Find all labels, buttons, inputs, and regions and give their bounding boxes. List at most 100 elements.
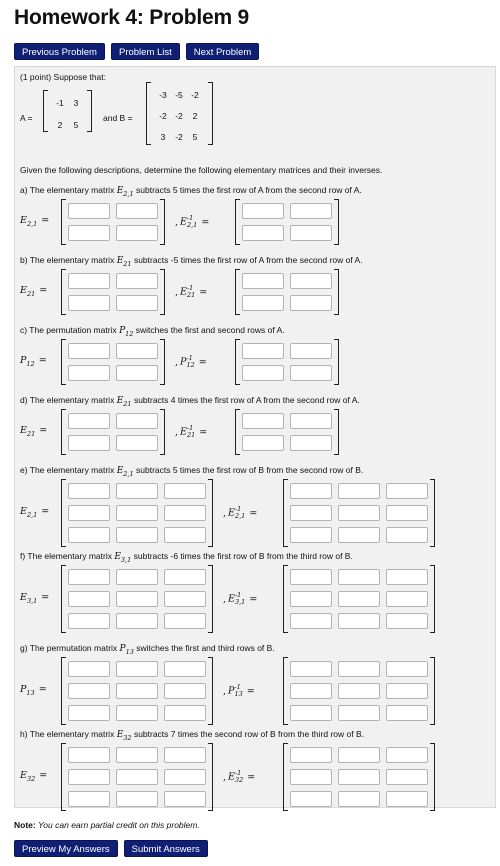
inverse-matrix-answer-input[interactable] [338, 527, 380, 543]
matrix-answer-input[interactable] [68, 273, 110, 289]
matrix-answer-input[interactable] [116, 365, 158, 381]
inverse-matrix-answer-input[interactable] [386, 747, 428, 763]
inverse-matrix-answer-input[interactable] [338, 613, 380, 629]
matrix-answer-input[interactable] [116, 661, 158, 677]
matrix-answer-input[interactable] [68, 435, 110, 451]
matrix-answer-input[interactable] [68, 747, 110, 763]
matrix-answer-input[interactable] [116, 343, 158, 359]
inverse-matrix-answer-input[interactable] [242, 365, 284, 381]
matrix-answer-input[interactable] [116, 705, 158, 721]
inverse-matrix-answer-input[interactable] [290, 613, 332, 629]
matrix-answer-input[interactable] [116, 203, 158, 219]
inverse-matrix-answer-input[interactable] [338, 569, 380, 585]
matrix-answer-input[interactable] [68, 683, 110, 699]
inverse-matrix-answer-input[interactable] [338, 791, 380, 807]
inverse-matrix-answer-input[interactable] [290, 705, 332, 721]
inverse-matrix-answer-input[interactable] [338, 683, 380, 699]
matrix-answer-input[interactable] [116, 435, 158, 451]
matrix-answer-input[interactable] [164, 705, 206, 721]
inverse-matrix-answer-input[interactable] [386, 683, 428, 699]
matrix-answer-input[interactable] [68, 791, 110, 807]
matrix-answer-input[interactable] [164, 747, 206, 763]
matrix-answer-input[interactable] [164, 505, 206, 521]
inverse-matrix-answer-input[interactable] [290, 569, 332, 585]
inverse-matrix-answer-input[interactable] [386, 769, 428, 785]
inverse-matrix-answer-input[interactable] [290, 661, 332, 677]
inverse-matrix-answer-input[interactable] [386, 705, 428, 721]
matrix-answer-input[interactable] [164, 527, 206, 543]
matrix-answer-input[interactable] [116, 295, 158, 311]
matrix-answer-input[interactable] [164, 613, 206, 629]
inverse-matrix-answer-input[interactable] [338, 661, 380, 677]
inverse-matrix-answer-input[interactable] [290, 791, 332, 807]
inverse-matrix-answer-input[interactable] [386, 661, 428, 677]
inverse-matrix-answer-input[interactable] [242, 343, 284, 359]
inverse-matrix-answer-input[interactable] [290, 225, 332, 241]
matrix-answer-input[interactable] [68, 591, 110, 607]
inverse-matrix-answer-input[interactable] [290, 527, 332, 543]
matrix-answer-input[interactable] [116, 747, 158, 763]
matrix-answer-input[interactable] [116, 527, 158, 543]
inverse-matrix-answer-input[interactable] [386, 791, 428, 807]
preview-answers-button[interactable]: Preview My Answers [14, 840, 118, 857]
matrix-answer-input[interactable] [116, 569, 158, 585]
inverse-matrix-answer-input[interactable] [290, 343, 332, 359]
matrix-answer-input[interactable] [116, 591, 158, 607]
inverse-matrix-answer-input[interactable] [290, 273, 332, 289]
matrix-answer-input[interactable] [68, 527, 110, 543]
matrix-answer-input[interactable] [68, 705, 110, 721]
inverse-matrix-answer-input[interactable] [242, 413, 284, 429]
next-problem-button[interactable]: Next Problem [185, 43, 260, 60]
inverse-matrix-answer-input[interactable] [338, 505, 380, 521]
matrix-answer-input[interactable] [68, 769, 110, 785]
inverse-matrix-answer-input[interactable] [386, 527, 428, 543]
inverse-matrix-answer-input[interactable] [290, 203, 332, 219]
inverse-matrix-answer-input[interactable] [290, 365, 332, 381]
matrix-answer-input[interactable] [68, 483, 110, 499]
matrix-answer-input[interactable] [116, 483, 158, 499]
inverse-matrix-answer-input[interactable] [242, 435, 284, 451]
inverse-matrix-answer-input[interactable] [242, 273, 284, 289]
matrix-answer-input[interactable] [164, 791, 206, 807]
submit-answers-button[interactable]: Submit Answers [123, 840, 208, 857]
matrix-answer-input[interactable] [68, 413, 110, 429]
inverse-matrix-answer-input[interactable] [242, 225, 284, 241]
matrix-answer-input[interactable] [164, 591, 206, 607]
matrix-answer-input[interactable] [116, 273, 158, 289]
matrix-answer-input[interactable] [68, 505, 110, 521]
matrix-answer-input[interactable] [68, 203, 110, 219]
inverse-matrix-answer-input[interactable] [386, 569, 428, 585]
inverse-matrix-answer-input[interactable] [338, 705, 380, 721]
inverse-matrix-answer-input[interactable] [290, 591, 332, 607]
matrix-answer-input[interactable] [68, 365, 110, 381]
matrix-answer-input[interactable] [164, 769, 206, 785]
matrix-answer-input[interactable] [164, 483, 206, 499]
inverse-matrix-answer-input[interactable] [338, 591, 380, 607]
matrix-answer-input[interactable] [68, 661, 110, 677]
matrix-answer-input[interactable] [164, 683, 206, 699]
inverse-matrix-answer-input[interactable] [338, 747, 380, 763]
inverse-matrix-answer-input[interactable] [290, 295, 332, 311]
inverse-matrix-answer-input[interactable] [338, 769, 380, 785]
inverse-matrix-answer-input[interactable] [290, 769, 332, 785]
matrix-answer-input[interactable] [68, 569, 110, 585]
inverse-matrix-answer-input[interactable] [290, 505, 332, 521]
matrix-answer-input[interactable] [68, 225, 110, 241]
inverse-matrix-answer-input[interactable] [290, 483, 332, 499]
inverse-matrix-answer-input[interactable] [290, 413, 332, 429]
matrix-answer-input[interactable] [116, 613, 158, 629]
inverse-matrix-answer-input[interactable] [386, 613, 428, 629]
matrix-answer-input[interactable] [164, 569, 206, 585]
problem-list-button[interactable]: Problem List [110, 43, 180, 60]
matrix-answer-input[interactable] [68, 295, 110, 311]
matrix-answer-input[interactable] [164, 661, 206, 677]
inverse-matrix-answer-input[interactable] [338, 483, 380, 499]
inverse-matrix-answer-input[interactable] [242, 203, 284, 219]
matrix-answer-input[interactable] [116, 413, 158, 429]
previous-problem-button[interactable]: Previous Problem [14, 43, 105, 60]
inverse-matrix-answer-input[interactable] [386, 483, 428, 499]
inverse-matrix-answer-input[interactable] [290, 683, 332, 699]
matrix-answer-input[interactable] [116, 683, 158, 699]
inverse-matrix-answer-input[interactable] [290, 435, 332, 451]
matrix-answer-input[interactable] [116, 769, 158, 785]
